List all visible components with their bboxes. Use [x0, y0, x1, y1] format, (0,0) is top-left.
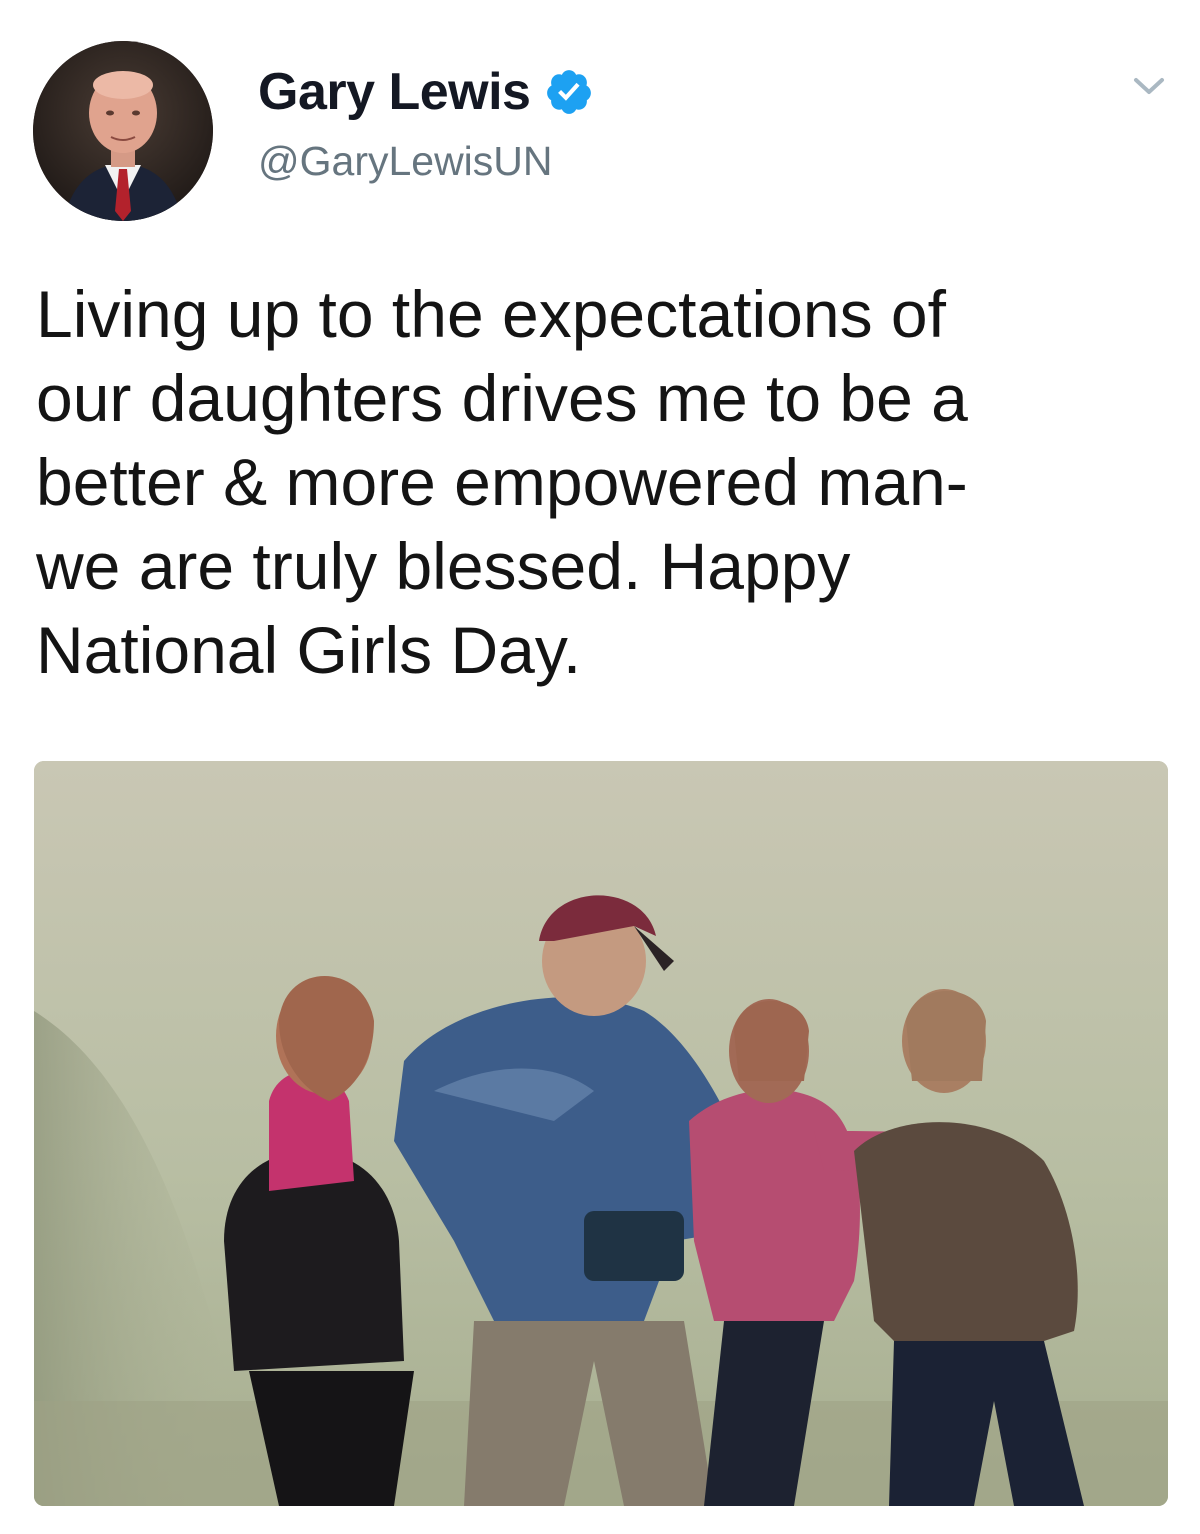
avatar[interactable] — [33, 41, 213, 221]
tweet-card: Gary Lewis @GaryLewisUN Living up to the… — [0, 0, 1200, 1534]
verified-badge-icon — [544, 67, 594, 117]
display-name[interactable]: Gary Lewis — [258, 62, 531, 122]
chevron-down-icon[interactable] — [1126, 70, 1172, 104]
tweet-photo[interactable] — [34, 761, 1168, 1506]
user-handle[interactable]: @GaryLewisUN — [258, 138, 594, 185]
tweet-text: Living up to the expectations of our dau… — [36, 277, 968, 687]
photo-image — [34, 761, 1168, 1506]
display-name-row: Gary Lewis — [258, 62, 594, 122]
profile-photo-icon — [33, 41, 213, 221]
user-info: Gary Lewis @GaryLewisUN — [258, 62, 594, 185]
